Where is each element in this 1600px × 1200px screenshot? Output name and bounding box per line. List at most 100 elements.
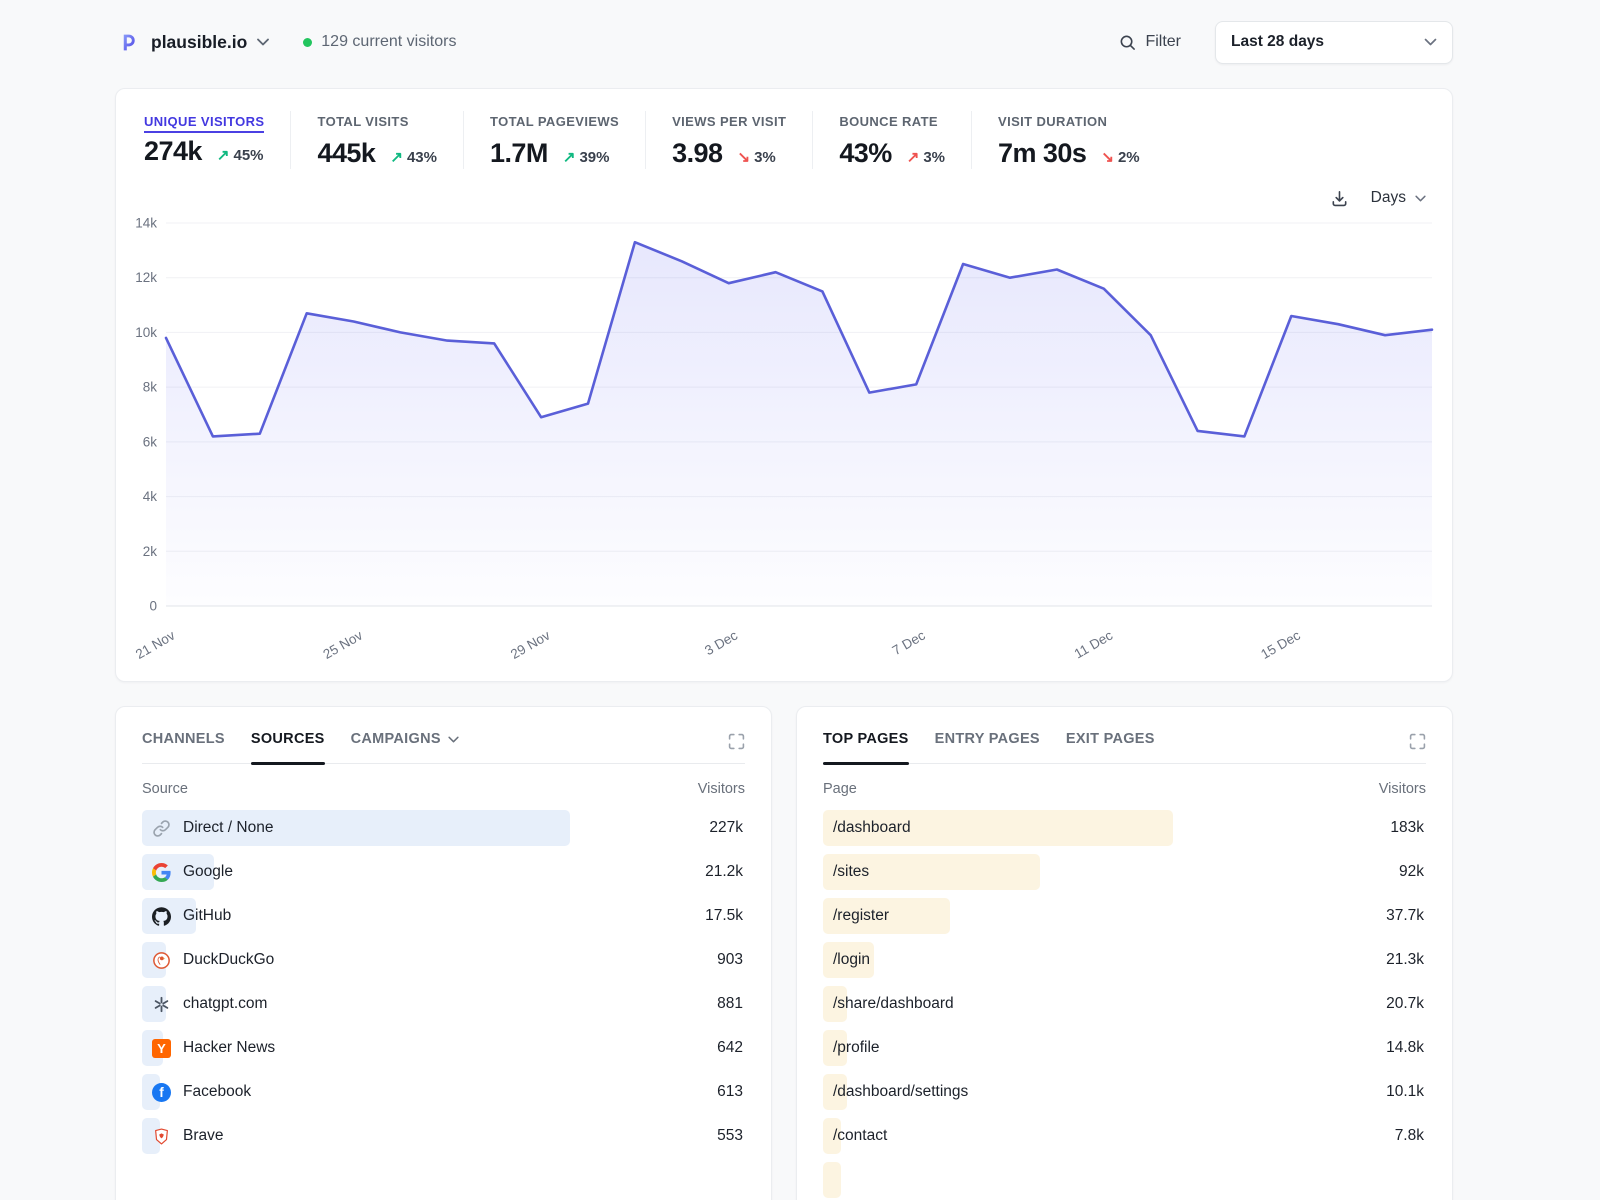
table-row[interactable]: GitHub17.5k xyxy=(142,896,745,936)
svg-text:3 Dec: 3 Dec xyxy=(702,627,740,658)
metric-value: 3.98 xyxy=(672,138,722,169)
metric-label: VISIT DURATION xyxy=(998,114,1107,129)
row-left: /contact xyxy=(823,1127,887,1145)
metric-bounce-rate[interactable]: BOUNCE RATE43%↗3% xyxy=(812,111,971,169)
chevron-down-icon xyxy=(448,736,459,743)
metric-total-visits[interactable]: TOTAL VISITS 445k↗43% xyxy=(290,111,463,169)
table-row[interactable]: Google21.2k xyxy=(142,852,745,892)
tab-campaigns[interactable]: CAMPAIGNS xyxy=(351,731,459,763)
row-value: 7.8k xyxy=(1395,1127,1426,1145)
svg-text:29 Nov: 29 Nov xyxy=(508,627,553,662)
tab-label: CHANNELS xyxy=(142,731,225,747)
row-left: Direct / None xyxy=(142,819,273,838)
table-row[interactable]: Brave553 xyxy=(142,1116,745,1156)
pages-rows: /dashboard183k/sites92k/register 37.7k/lo… xyxy=(823,808,1426,1200)
row-left: /dashboard xyxy=(823,819,911,837)
row-label: /login xyxy=(833,951,870,969)
svg-text:7 Dec: 7 Dec xyxy=(890,627,928,658)
table-row[interactable]: /dashboard/settings10.1k xyxy=(823,1072,1426,1112)
row-label: /profile xyxy=(833,1039,880,1057)
metric-label: TOTAL VISITS xyxy=(317,114,408,129)
top-bar: plausible.io 129 current visitors Filter… xyxy=(115,20,1453,64)
row-label: GitHub xyxy=(183,907,231,925)
metric-label: VIEWS PER VISIT xyxy=(672,114,786,129)
tab-entry-pages[interactable]: ENTRY PAGES xyxy=(935,731,1040,763)
trend-up-icon: ↗ xyxy=(907,148,920,166)
row-bar xyxy=(823,1162,841,1198)
metric-label: UNIQUE VISITORS xyxy=(144,114,264,133)
pages-column-header: Page Visitors xyxy=(823,781,1426,797)
svg-text:15 Dec: 15 Dec xyxy=(1258,627,1303,662)
visitors-area-chart[interactable]: 02k4k6k8k10k12k14k21 Nov25 Nov29 Nov3 De… xyxy=(132,213,1436,675)
row-value: 10.1k xyxy=(1386,1083,1426,1101)
svg-text:21 Nov: 21 Nov xyxy=(133,627,178,662)
table-row[interactable]: /sites92k xyxy=(823,852,1426,892)
download-icon[interactable] xyxy=(1330,189,1349,208)
expand-icon[interactable] xyxy=(728,731,745,750)
metric-label: TOTAL PAGEVIEWS xyxy=(490,114,619,129)
metric-value-row: 445k↗43% xyxy=(317,138,437,169)
metric-change: 39% xyxy=(579,149,609,166)
row-label: DuckDuckGo xyxy=(183,951,274,969)
chatgpt-icon xyxy=(152,995,171,1014)
row-value: 881 xyxy=(717,995,745,1013)
metric-value-row: 1.7M↗39% xyxy=(490,138,619,169)
metric-value: 43% xyxy=(839,138,891,169)
table-row[interactable]: /profile14.8k xyxy=(823,1028,1426,1068)
metric-unique-visitors[interactable]: UNIQUE VISITORS274k↗45% xyxy=(144,111,290,169)
table-row[interactable]: YHacker News642 xyxy=(142,1028,745,1068)
expand-icon[interactable] xyxy=(1409,731,1426,750)
table-row[interactable]: fFacebook613 xyxy=(142,1072,745,1112)
row-left: /register xyxy=(823,907,889,925)
svg-text:4k: 4k xyxy=(143,489,158,504)
table-row[interactable]: /contact 7.8k xyxy=(823,1116,1426,1156)
date-range-value: Last 28 days xyxy=(1231,33,1324,51)
sources-rows: Direct / None227kGoogle21.2kGitHub17.5kD… xyxy=(142,808,745,1156)
svg-text:10k: 10k xyxy=(135,325,157,340)
tab-top-pages[interactable]: TOP PAGES xyxy=(823,731,909,763)
tab-label: EXIT PAGES xyxy=(1066,731,1155,747)
table-row[interactable]: /register 37.7k xyxy=(823,896,1426,936)
table-row[interactable]: /login21.3k xyxy=(823,940,1426,980)
current-visitors[interactable]: 129 current visitors xyxy=(303,33,456,51)
live-dot-icon xyxy=(303,38,312,47)
metric-visit-duration[interactable]: VISIT DURATION7m 30s↘2% xyxy=(971,111,1166,169)
table-row[interactable]: Direct / None227k xyxy=(142,808,745,848)
metric-views-per-visit[interactable]: VIEWS PER VISIT3.98↘3% xyxy=(645,111,812,169)
row-value: 20.7k xyxy=(1386,995,1426,1013)
col-source: Source xyxy=(142,781,188,797)
table-row[interactable]: DuckDuckGo903 xyxy=(142,940,745,980)
metric-label: BOUNCE RATE xyxy=(839,114,938,129)
plausible-logo-icon xyxy=(115,29,141,55)
tab-sources[interactable]: SOURCES xyxy=(251,731,325,763)
row-left: DuckDuckGo xyxy=(142,951,274,970)
trend-up-icon: ↗ xyxy=(563,148,576,166)
search-icon xyxy=(1119,34,1136,51)
tab-channels[interactable]: CHANNELS xyxy=(142,731,225,763)
interval-select[interactable]: Days xyxy=(1371,189,1426,207)
table-row[interactable]: /dashboard183k xyxy=(823,808,1426,848)
row-label: /contact xyxy=(833,1127,887,1145)
table-row[interactable]: /share/dashboard 20.7k xyxy=(823,984,1426,1024)
table-row[interactable]: chatgpt.com 881 xyxy=(142,984,745,1024)
row-label: chatgpt.com xyxy=(183,995,267,1013)
row-value: 37.7k xyxy=(1386,907,1426,925)
row-label: Direct / None xyxy=(183,819,273,837)
col-visitors: Visitors xyxy=(698,781,745,797)
row-label: Hacker News xyxy=(183,1039,275,1057)
tab-exit-pages[interactable]: EXIT PAGES xyxy=(1066,731,1155,763)
sources-tabbar: CHANNELS SOURCES CAMPAIGNS xyxy=(142,731,745,764)
row-value: 553 xyxy=(717,1127,745,1145)
chart-tools: Days xyxy=(132,185,1436,211)
row-label: /share/dashboard xyxy=(833,995,954,1013)
filter-button[interactable]: Filter xyxy=(1119,33,1181,51)
row-left: chatgpt.com xyxy=(142,995,267,1014)
bottom-panels: CHANNELS SOURCES CAMPAIGNS Source Visitors… xyxy=(115,706,1453,1200)
interval-value: Days xyxy=(1371,189,1406,207)
metric-total-pageviews[interactable]: TOTAL PAGEVIEWS 1.7M↗39% xyxy=(463,111,645,169)
site-picker[interactable]: plausible.io xyxy=(115,29,269,55)
date-range-select[interactable]: Last 28 days xyxy=(1215,21,1453,64)
row-label: Facebook xyxy=(183,1083,251,1101)
current-visitors-label: 129 current visitors xyxy=(321,33,456,51)
metrics-row: UNIQUE VISITORS274k↗45% TOTAL VISITS 445k↗… xyxy=(132,111,1436,169)
